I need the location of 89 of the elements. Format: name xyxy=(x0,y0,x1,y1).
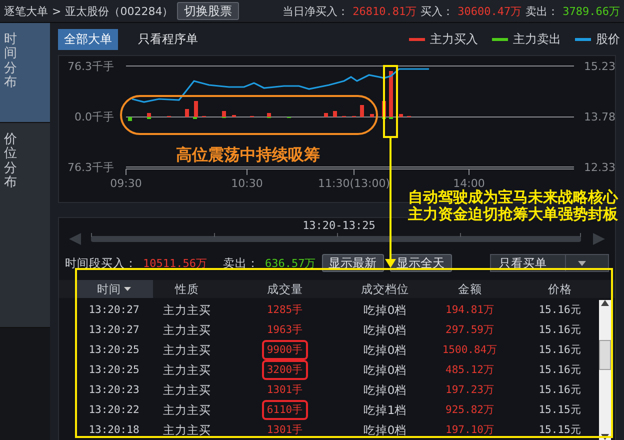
volume-cell: 9900手 xyxy=(262,340,308,360)
period-sell-value: 636.57万 xyxy=(264,256,316,270)
axis-label: 12.33 xyxy=(584,161,615,174)
legend-label: 主力卖出 xyxy=(513,30,561,48)
breadcrumb-title: 逐笔大单 xyxy=(4,4,48,18)
type-cell-text: 主力主买 xyxy=(162,382,212,398)
time-cell-text: 13:20:25 xyxy=(88,364,140,376)
column-header[interactable]: 成交量 xyxy=(221,280,349,298)
period-buy-value: 10511.56万 xyxy=(143,256,207,270)
time-cell-text: 13:20:22 xyxy=(88,404,140,416)
caret-icon xyxy=(578,260,586,266)
price-cell-text: 15.16元 xyxy=(538,383,582,397)
amount-cell-text: 485.12万 xyxy=(444,363,496,377)
side-tab[interactable]: 价位分布 xyxy=(0,123,50,328)
legend-label: 股价 xyxy=(596,30,620,48)
separator-text: > xyxy=(52,4,62,18)
net-buy-value: 26810.81万 xyxy=(352,4,417,18)
annotation-caption: 高位震荡中持续吸筹 xyxy=(176,145,320,166)
type-cell-text: 主力主买 xyxy=(162,422,212,438)
amount-cell-text: 197.10万 xyxy=(444,423,496,437)
axis-label: 76.3千手 xyxy=(68,60,114,73)
sell-label: 卖出： xyxy=(526,4,559,18)
depth-cell-text: 吃掉0档 xyxy=(362,302,408,318)
column-header[interactable]: 成交档位 xyxy=(349,280,421,298)
time-cell-text: 13:20:18 xyxy=(88,424,140,436)
depth-cell-text: 吃掉0档 xyxy=(362,322,408,338)
type-cell-text: 主力主买 xyxy=(162,402,212,418)
sell-value: 3789.66万 xyxy=(562,4,620,18)
sort-caret-icon xyxy=(124,287,131,291)
range-label: 13:20-13:25 xyxy=(302,219,376,232)
buy-label: 买入： xyxy=(420,4,454,18)
type-cell-text: 主力主买 xyxy=(162,342,212,358)
column-header[interactable]: 价格 xyxy=(519,280,601,298)
axis-label: 0.0千手 xyxy=(74,110,114,124)
switch-stock-button[interactable]: 切换股票 xyxy=(177,2,240,20)
amount-cell-text: 194.81万 xyxy=(444,303,496,317)
amount-cell-text: 1500.84万 xyxy=(441,343,499,357)
amount-cell-text: 925.82万 xyxy=(444,403,496,417)
time-cell-text: 13:20:25 xyxy=(88,344,140,356)
volume-cell: 6110手 xyxy=(262,400,308,420)
depth-cell-text: 吃掉0档 xyxy=(362,362,408,378)
type-cell-text: 主力主买 xyxy=(162,322,212,338)
axis-label: 09:30 xyxy=(110,177,142,190)
scroll-thumb[interactable] xyxy=(599,340,611,370)
down-arrow-icon[interactable] xyxy=(601,434,609,440)
time-cell-text: 13:20:27 xyxy=(88,324,140,336)
price-cell-text: 15.15元 xyxy=(538,403,582,417)
up-arrow-icon[interactable] xyxy=(601,300,609,306)
period-buy-label: 时间段买入： xyxy=(65,256,137,270)
volume-cell-text: 1301手 xyxy=(266,383,304,398)
stock-name: 亚太股份（002284） xyxy=(65,4,174,18)
axis-label: 10:30 xyxy=(231,177,263,190)
depth-cell-text: 吃掉0档 xyxy=(362,382,408,398)
type-cell-text: 主力主买 xyxy=(162,302,212,318)
column-header[interactable]: 金额 xyxy=(421,280,519,298)
filter-tab[interactable]: 全部大单 xyxy=(58,28,118,50)
scrollbar[interactable] xyxy=(599,300,611,440)
depth-cell-text: 吃掉1档 xyxy=(362,402,408,418)
amount-cell-text: 197.23万 xyxy=(444,383,496,397)
volume-cell-text: 1963手 xyxy=(266,323,304,338)
axis-label: 11:30(13:00) xyxy=(318,177,390,190)
price-cell-text: 15.15元 xyxy=(538,423,582,437)
type-cell-text: 主力主买 xyxy=(162,362,212,378)
net-buy-label: 当日净买入： xyxy=(282,4,349,18)
volume-cell: 3200手 xyxy=(262,360,308,380)
filter-tab[interactable]: 只看程序单 xyxy=(132,28,204,50)
volume-cell-text: 1301手 xyxy=(266,423,304,438)
axis-label: 13.78 xyxy=(584,110,615,124)
amount-cell-text: 297.59万 xyxy=(444,323,496,337)
time-cell-text: 13:20:23 xyxy=(88,384,140,396)
legend-label: 主力买入 xyxy=(430,30,478,48)
price-cell-text: 15.16元 xyxy=(538,363,582,377)
time-cell-text: 13:20:27 xyxy=(88,304,140,316)
volume-cell-text: 1285手 xyxy=(266,303,304,318)
side-tab[interactable]: 时间分布 xyxy=(0,23,50,123)
column-header[interactable]: 时间 xyxy=(75,280,153,298)
depth-cell-text: 吃掉0档 xyxy=(362,342,408,358)
axis-label: 15.23 xyxy=(584,60,615,73)
axis-label: 14:00 xyxy=(453,177,485,190)
price-cell-text: 15.16元 xyxy=(538,303,582,317)
period-sell-label: 卖出： xyxy=(222,256,259,270)
price-cell-text: 15.16元 xyxy=(538,343,582,357)
callout-text: 主力资金迫切抢筹大单强势封板 xyxy=(408,206,618,223)
depth-cell-text: 吃掉0档 xyxy=(362,422,408,438)
axis-label: 76.3千手 xyxy=(68,161,114,174)
callout-text: 自动驾驶成为宝马未来战略核心 xyxy=(408,189,618,206)
column-header[interactable]: 性质 xyxy=(153,280,221,298)
buy-value: 30600.47万 xyxy=(458,4,522,18)
price-cell-text: 15.16元 xyxy=(538,323,582,337)
